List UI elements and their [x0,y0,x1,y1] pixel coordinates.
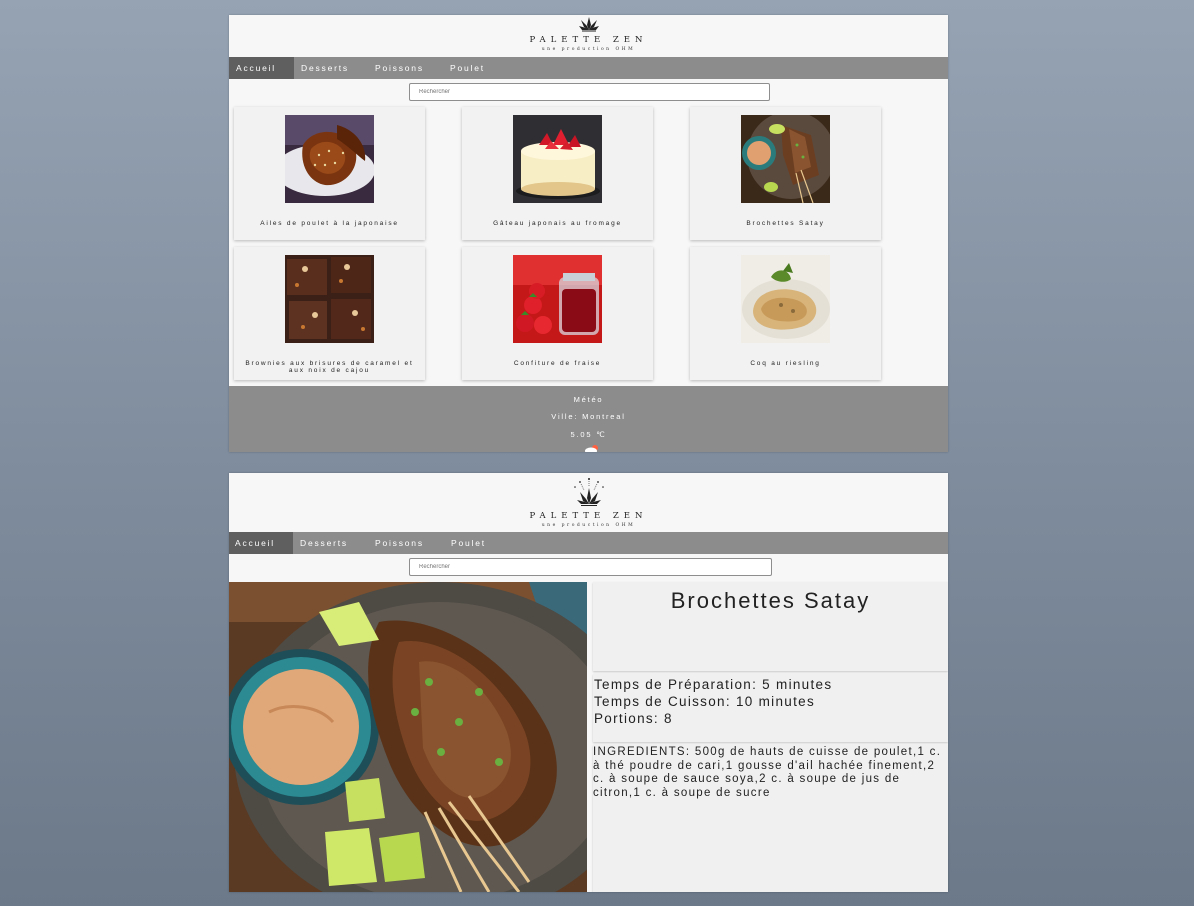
ingredients-panel: INGREDIENTS: 500g de hauts de cuisse de … [593,745,948,892]
recipe-title[interactable]: Brownies aux brisures de caramel et aux … [240,360,419,374]
cloud-sun-icon [585,445,598,452]
recipe-title: Brochettes Satay [670,588,871,613]
recipe-title[interactable]: Brochettes Satay [696,220,875,227]
recipe-card[interactable]: Brochettes Satay [690,107,881,240]
chicken-wings-image[interactable] [285,115,374,203]
home-screenshot: PALETTE ZEN une production OHM Accueil D… [229,15,948,452]
nav-desserts[interactable]: Desserts [301,57,349,79]
recipe-title[interactable]: Gâteau japonais au fromage [468,220,647,227]
prep-time: Temps de Préparation: 5 minutes [594,677,833,692]
portions: Portions: 8 [594,711,673,726]
recipe-title[interactable]: Confiture de fraise [468,360,647,367]
lotus-logo-icon[interactable] [572,476,606,508]
main-nav: Accueil Desserts Poissons Poulet [229,532,948,554]
recipe-card[interactable]: Confiture de fraise [462,247,653,380]
weather-city: Ville: Montreal [551,412,626,421]
brand-name: PALETTE ZEN [529,511,648,521]
search-input[interactable] [409,558,772,576]
brownies-image[interactable] [285,255,374,343]
weather-temperature: 5.05 ℃ [570,430,607,439]
brand-name: PALETTE ZEN [529,35,648,45]
cheesecake-image[interactable] [513,115,602,203]
site-header: PALETTE ZEN une production OHM [229,15,948,56]
weather-heading: Météo [573,395,604,404]
recipe-card[interactable]: Ailes de poulet à la japonaise [234,107,425,240]
nav-accueil[interactable]: Accueil [229,57,294,79]
cook-time: Temps de Cuisson: 10 minutes [594,694,815,709]
satay-skewers-image[interactable] [741,115,830,203]
nav-poulet[interactable]: Poulet [450,57,485,79]
site-header: PALETTE ZEN une production OHM [229,473,948,531]
recipe-card[interactable]: Brownies aux brisures de caramel et aux … [234,247,425,380]
brand-tagline: une production OHM [541,47,636,52]
detail-screenshot: PALETTE ZEN une production OHM Accueil D… [229,473,948,892]
recipe-card[interactable]: Gâteau japonais au fromage [462,107,653,240]
main-nav: Accueil Desserts Poissons Poulet [229,57,948,79]
nav-accueil[interactable]: Accueil [229,532,293,554]
strawberry-jam-image[interactable] [513,255,602,343]
brand-tagline: une production OHM [541,523,636,528]
lotus-logo-icon[interactable] [578,15,600,33]
coq-au-riesling-image[interactable] [741,255,830,343]
recipe-title[interactable]: Coq au riesling [696,360,875,367]
nav-poissons[interactable]: Poissons [375,57,424,79]
nav-desserts[interactable]: Desserts [300,532,348,554]
ingredients-text: INGREDIENTS: 500g de hauts de cuisse de … [593,746,942,799]
nav-poissons[interactable]: Poissons [375,532,424,554]
recipe-card[interactable]: Coq au riesling [690,247,881,380]
weather-panel: Météo Ville: Montreal 5.05 ℃ [229,386,948,452]
nav-poulet[interactable]: Poulet [451,532,486,554]
recipe-info-panel: Temps de Préparation: 5 minutes Temps de… [593,674,948,742]
recipe-title[interactable]: Ailes de poulet à la japonaise [240,220,419,227]
search-input[interactable] [409,83,770,101]
recipe-title-panel: Brochettes Satay [593,582,948,671]
satay-skewers-hero-image [229,582,587,892]
